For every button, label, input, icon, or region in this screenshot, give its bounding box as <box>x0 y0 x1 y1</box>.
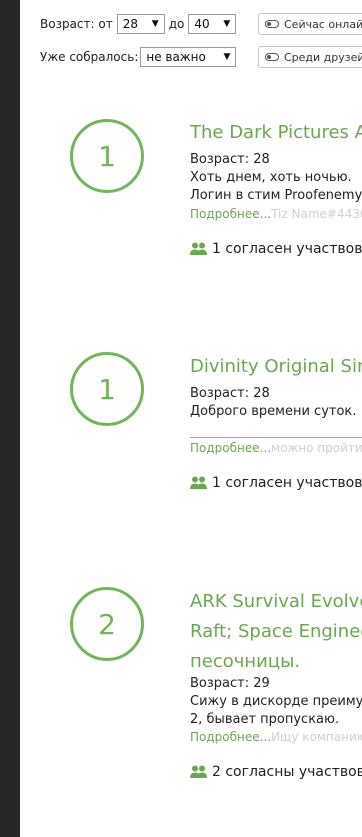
agree-count-label: 2 согласны участвовать <box>212 764 362 780</box>
more-link[interactable]: Подробнее...Tiz Name#4436 <box>190 207 362 221</box>
player-age: Возраст: 28 <box>190 386 270 401</box>
users-icon <box>190 242 207 255</box>
player-age: Возраст: 28 <box>190 152 270 167</box>
game-title-line: ARK Survival Evolved(c <box>190 591 362 612</box>
chevron-down-icon: ▼ <box>151 19 159 29</box>
description-line: ________________________________ <box>190 424 362 439</box>
game-title[interactable]: The Dark Pictures Anth <box>190 118 362 148</box>
description-line: Хоть днем, хоть ночью. <box>190 170 352 185</box>
truncated-text: Tiz Name#4436 <box>271 207 362 221</box>
card-meta: Возраст: 29 Сижу в дискорде преимущес 2,… <box>190 675 362 729</box>
truncated-text: Ищу компанию н <box>271 730 362 744</box>
game-title[interactable]: Divinity Original Sin 2 <box>190 352 362 382</box>
participants-count-circle: 1 <box>70 119 144 193</box>
users-icon <box>190 476 207 489</box>
toggle-switch-icon <box>265 20 279 28</box>
description-line: Логин в стим Proofenemy <box>190 188 362 203</box>
description-line: 2, бывает пропускаю. <box>190 712 340 727</box>
participants-count: 2 <box>98 607 116 641</box>
more-link-label: Подробнее... <box>190 207 272 221</box>
card-meta: Возраст: 28 Доброго времени суток. _____… <box>190 385 362 441</box>
agree-count: 2 согласны участвовать <box>190 764 362 780</box>
chevron-down-icon: ▼ <box>223 19 231 29</box>
game-title-line: Raft; Space Engineers; <box>190 621 362 642</box>
description-line: Сижу в дискорде преимущес <box>190 694 362 709</box>
player-age: Возраст: 29 <box>190 676 270 691</box>
game-title[interactable]: ARK Survival Evolved(c Raft; Space Engin… <box>190 587 362 677</box>
description-line: Доброго времени суток. <box>190 404 357 419</box>
toggle-switch-icon <box>265 53 279 61</box>
gathered-label: Уже собралось: <box>40 50 139 64</box>
users-icon <box>190 765 207 778</box>
game-card[interactable]: 1 Divinity Original Sin 2 Возраст: 28 До… <box>70 352 362 532</box>
among-friends-label: Среди друзей <box>284 50 362 64</box>
participants-count-circle: 1 <box>70 352 144 426</box>
agree-count: 1 согласен участвовать <box>190 475 362 491</box>
online-now-toggle[interactable]: Сейчас онлайн <box>258 13 362 35</box>
left-sidebar <box>0 0 20 837</box>
gathered-value: не важно <box>146 50 206 64</box>
main-panel: Возраст: от 28 ▼ до 40 ▼ Сейчас онлайн У… <box>20 0 362 837</box>
game-card[interactable]: 1 The Dark Pictures Anth Возраст: 28 Хот… <box>70 119 362 299</box>
online-now-label: Сейчас онлайн <box>284 17 362 31</box>
age-from-select[interactable]: 28 ▼ <box>116 14 165 34</box>
more-link-label: Подробнее... <box>190 441 272 455</box>
participants-count-circle: 2 <box>70 587 144 661</box>
age-from-value: 28 <box>122 17 138 31</box>
age-to-select[interactable]: 40 ▼ <box>188 14 237 34</box>
chevron-down-icon: ▼ <box>223 52 231 62</box>
truncated-text: можно пройти вм <box>271 441 362 455</box>
age-filter: Возраст: от 28 ▼ до 40 ▼ <box>40 12 237 36</box>
game-card[interactable]: 2 ARK Survival Evolved(c Raft; Space Eng… <box>70 587 362 807</box>
participants-count: 1 <box>98 372 116 406</box>
agree-count: 1 согласен участвовать <box>190 241 362 257</box>
age-to-label: до <box>168 17 185 31</box>
more-link[interactable]: Подробнее...можно пройти вм <box>190 441 362 455</box>
card-meta: Возраст: 28 Хоть днем, хоть ночью. Логин… <box>190 151 362 205</box>
participants-count: 1 <box>98 139 116 173</box>
gathered-select[interactable]: не важно ▼ <box>140 47 237 67</box>
game-title-line: песочницы. <box>190 651 301 672</box>
agree-count-label: 1 согласен участвовать <box>212 241 362 257</box>
gathered-filter: Уже собралось: не важно ▼ <box>40 45 237 69</box>
more-link[interactable]: Подробнее...Ищу компанию н <box>190 730 362 744</box>
more-link-label: Подробнее... <box>190 730 272 744</box>
agree-count-label: 1 согласен участвовать <box>212 475 362 491</box>
age-label: Возраст: от <box>40 17 113 31</box>
among-friends-toggle[interactable]: Среди друзей <box>258 46 362 68</box>
age-to-value: 40 <box>194 17 210 31</box>
